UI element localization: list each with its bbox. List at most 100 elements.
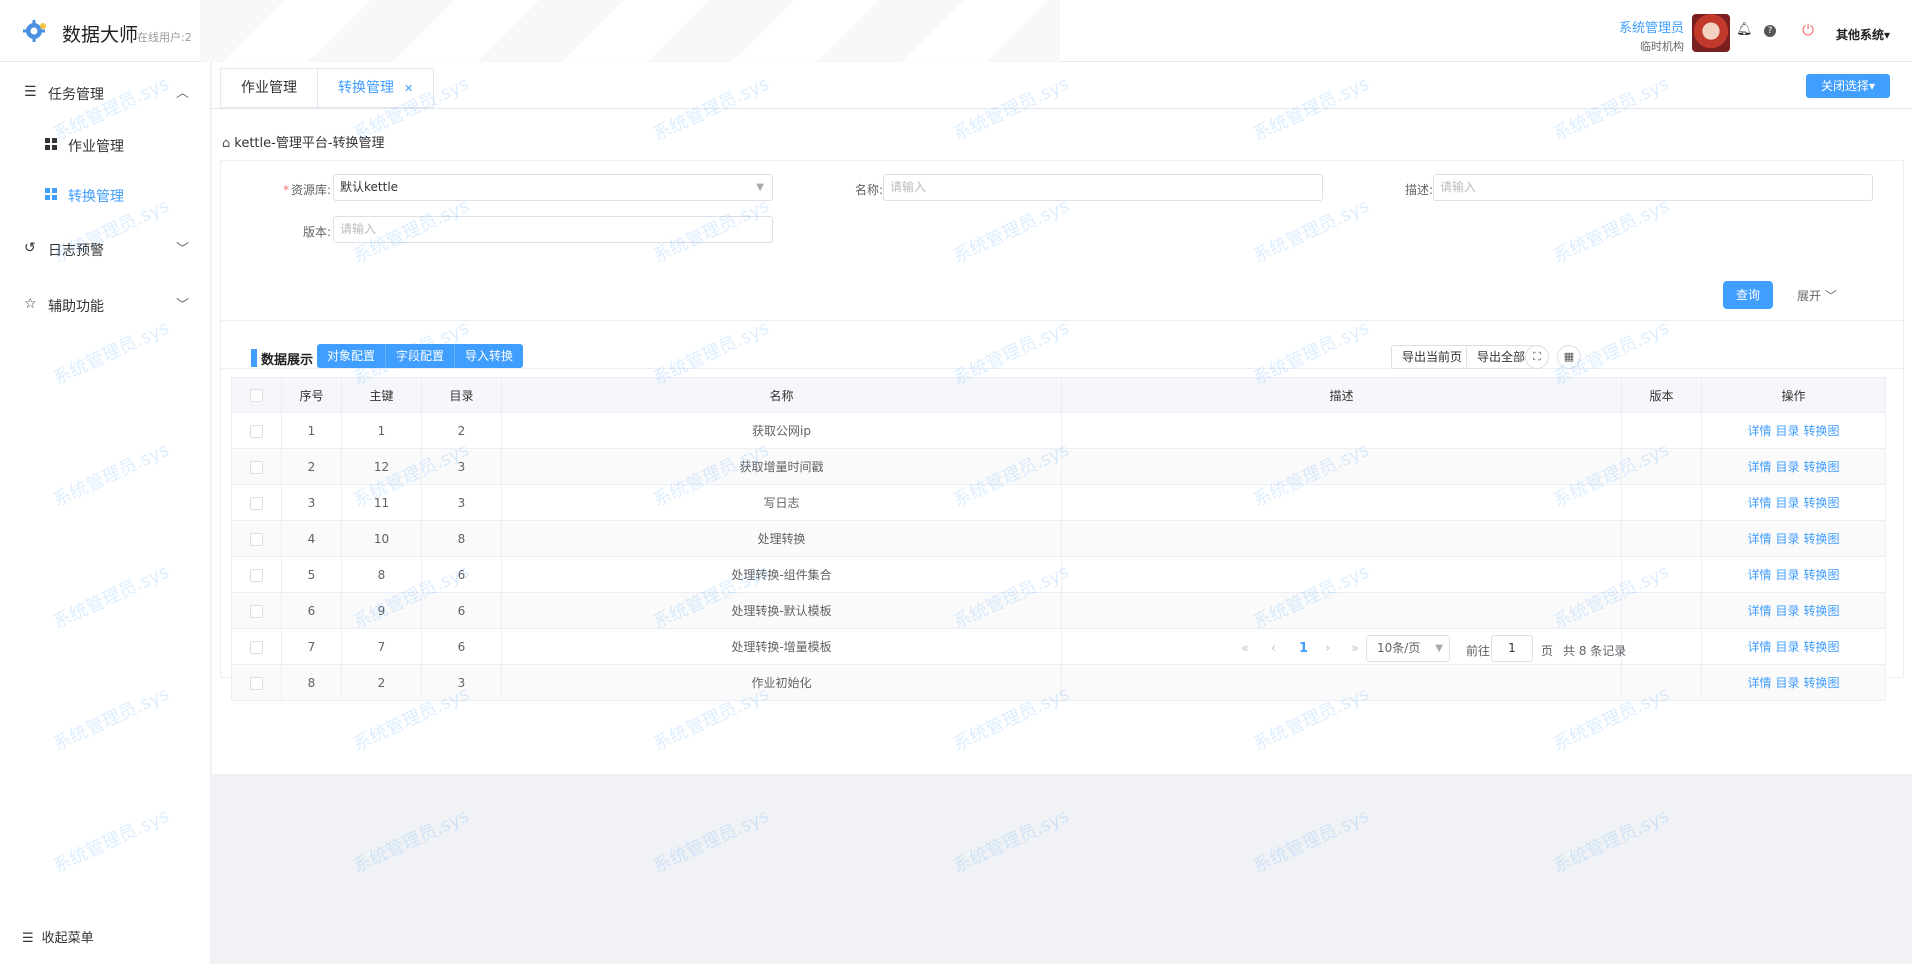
directory-link[interactable]: 目录 bbox=[1775, 424, 1799, 438]
close-icon[interactable]: ✕ bbox=[404, 82, 413, 95]
table-row[interactable]: 1 1 2 获取公网ip 详情 目录 转换图 bbox=[231, 412, 1886, 449]
header-decoration bbox=[200, 0, 1060, 62]
name-input[interactable]: 请输入 bbox=[883, 174, 1323, 201]
row-checkbox[interactable] bbox=[250, 460, 263, 474]
prev-page-icon[interactable]: ‹ bbox=[1271, 641, 1276, 656]
transform-graph-link[interactable]: 转换图 bbox=[1804, 568, 1840, 582]
row-checkbox[interactable] bbox=[250, 640, 263, 654]
row-checkbox[interactable] bbox=[250, 604, 263, 618]
tab-jobs[interactable]: 作业管理 bbox=[220, 68, 317, 108]
column-header[interactable]: 序号 bbox=[281, 377, 342, 413]
help-icon[interactable]: ? bbox=[1764, 25, 1776, 37]
collapse-menu-button[interactable]: ☰ 收起菜单 bbox=[22, 927, 94, 946]
close-selection-button[interactable]: 关闭选择▾ bbox=[1806, 74, 1890, 98]
cell-ops: 详情 目录 转换图 bbox=[1701, 520, 1886, 557]
other-systems-dropdown[interactable]: 其他系统▾ bbox=[1836, 26, 1890, 43]
tab-transforms[interactable]: 转换管理 ✕ bbox=[317, 68, 435, 108]
transform-graph-link[interactable]: 转换图 bbox=[1804, 604, 1840, 618]
detail-link[interactable]: 详情 bbox=[1747, 424, 1771, 438]
row-checkbox[interactable] bbox=[250, 532, 263, 546]
row-checkbox[interactable] bbox=[250, 496, 263, 510]
next-page-icon[interactable]: › bbox=[1325, 641, 1330, 656]
directory-link[interactable]: 目录 bbox=[1775, 532, 1799, 546]
cell-name: 作业初始化 bbox=[501, 664, 1062, 701]
column-header[interactable]: 目录 bbox=[421, 377, 502, 413]
row-checkbox[interactable] bbox=[250, 676, 263, 690]
object-config-button[interactable]: 对象配置 bbox=[317, 344, 387, 368]
sidebar-group-task[interactable]: ☰ 任务管理 ︿ bbox=[0, 72, 211, 112]
avatar[interactable] bbox=[1692, 14, 1730, 52]
detail-link[interactable]: 详情 bbox=[1747, 496, 1771, 510]
sidebar-item-jobs[interactable]: 作业管理 bbox=[0, 124, 211, 164]
columns-icon[interactable]: ▦ bbox=[1557, 345, 1581, 369]
detail-link[interactable]: 详情 bbox=[1747, 532, 1771, 546]
cell-version bbox=[1621, 520, 1702, 557]
transform-graph-link[interactable]: 转换图 bbox=[1804, 496, 1840, 510]
table-row[interactable]: 3 11 3 写日志 详情 目录 转换图 bbox=[231, 484, 1886, 521]
repo-select[interactable]: 默认kettle ▼ bbox=[333, 174, 773, 201]
breadcrumb: ⌂ kettle-管理平台-转换管理 bbox=[222, 132, 385, 151]
desc-input[interactable]: 请输入 bbox=[1433, 174, 1873, 201]
tab-label: 转换管理 bbox=[338, 80, 394, 96]
detail-link[interactable]: 详情 bbox=[1747, 568, 1771, 582]
sidebar-item-transforms[interactable]: 转换管理 bbox=[0, 174, 211, 214]
detail-link[interactable]: 详情 bbox=[1747, 676, 1771, 690]
select-all-checkbox[interactable] bbox=[250, 389, 263, 402]
top-header: 数据大师 在线用户:2 系统管理员 临时机构 🔔︎ ? ⏻ 其他系统▾ bbox=[0, 0, 1912, 62]
first-page-icon[interactable]: « bbox=[1241, 641, 1249, 656]
bell-icon[interactable]: 🔔︎ bbox=[1736, 22, 1753, 38]
cell-desc bbox=[1061, 412, 1622, 449]
transform-graph-link[interactable]: 转换图 bbox=[1804, 532, 1840, 546]
goto-label: 前往 bbox=[1466, 644, 1491, 658]
row-checkbox[interactable] bbox=[250, 568, 263, 582]
version-input[interactable]: 请输入 bbox=[333, 216, 773, 243]
transform-graph-link[interactable]: 转换图 bbox=[1804, 676, 1840, 690]
page-number-current[interactable]: 1 bbox=[1299, 641, 1308, 656]
sidebar-group-tools[interactable]: ☆ 辅助功能 ﹀ bbox=[0, 284, 211, 324]
table-row[interactable]: 8 2 3 作业初始化 详情 目录 转换图 bbox=[231, 664, 1886, 701]
sidebar-group-logs[interactable]: ↺ 日志预警 ﹀ bbox=[0, 228, 211, 268]
export-page-button[interactable]: 导出当前页 bbox=[1391, 345, 1474, 369]
detail-link[interactable]: 详情 bbox=[1747, 460, 1771, 474]
import-transform-button[interactable]: 导入转换 bbox=[455, 344, 524, 368]
page-size-select[interactable]: 10条/页 ▼ bbox=[1366, 635, 1450, 662]
cell-id: 12 bbox=[341, 448, 422, 485]
home-icon[interactable]: ⌂ bbox=[222, 136, 230, 151]
column-header[interactable]: 名称 bbox=[501, 377, 1062, 413]
fullscreen-icon[interactable]: ⛶ bbox=[1525, 345, 1549, 369]
cell-no: 1 bbox=[281, 412, 342, 449]
last-page-icon[interactable]: » bbox=[1351, 641, 1359, 656]
cell-ops: 详情 目录 转换图 bbox=[1701, 592, 1886, 629]
directory-link[interactable]: 目录 bbox=[1775, 568, 1799, 582]
expand-toggle[interactable]: 展开 ﹀ bbox=[1797, 287, 1837, 304]
query-button[interactable]: 查询 bbox=[1723, 281, 1773, 309]
column-header[interactable]: 主键 bbox=[341, 377, 422, 413]
goto-page-input[interactable]: 1 bbox=[1491, 635, 1533, 662]
cell-no: 4 bbox=[281, 520, 342, 557]
column-header[interactable]: 描述 bbox=[1061, 377, 1622, 413]
directory-link[interactable]: 目录 bbox=[1775, 496, 1799, 510]
row-checkbox[interactable] bbox=[250, 424, 263, 438]
directory-link[interactable]: 目录 bbox=[1775, 604, 1799, 618]
power-icon[interactable]: ⏻ bbox=[1800, 22, 1816, 38]
cell-dir: 6 bbox=[421, 592, 502, 629]
table-row[interactable]: 2 12 3 获取增量时间戳 详情 目录 转换图 bbox=[231, 448, 1886, 485]
total-records: 共 8 条记录 bbox=[1563, 644, 1627, 658]
page-size-value: 10条/页 bbox=[1377, 641, 1421, 655]
directory-link[interactable]: 目录 bbox=[1775, 460, 1799, 474]
transform-graph-link[interactable]: 转换图 bbox=[1804, 424, 1840, 438]
table-row[interactable]: 5 8 6 处理转换-组件集合 详情 目录 转换图 bbox=[231, 556, 1886, 593]
user-name[interactable]: 系统管理员 bbox=[1619, 17, 1684, 36]
detail-link[interactable]: 详情 bbox=[1747, 604, 1771, 618]
table-row[interactable]: 4 10 8 处理转换 详情 目录 转换图 bbox=[231, 520, 1886, 557]
watermark-text: 系统管理员.sys bbox=[1250, 805, 1373, 878]
transform-graph-link[interactable]: 转换图 bbox=[1804, 460, 1840, 474]
chevron-down-icon: ﹀ bbox=[1824, 289, 1837, 303]
column-header[interactable]: 版本 bbox=[1621, 377, 1702, 413]
table-row[interactable]: 6 9 6 处理转换-默认模板 详情 目录 转换图 bbox=[231, 592, 1886, 629]
tab-bar: 作业管理 转换管理 ✕ bbox=[220, 68, 435, 108]
cell-ops: 详情 目录 转换图 bbox=[1701, 448, 1886, 485]
directory-link[interactable]: 目录 bbox=[1775, 676, 1799, 690]
field-config-button[interactable]: 字段配置 bbox=[386, 344, 456, 368]
watermark-text: 系统管理员.sys bbox=[350, 805, 473, 878]
